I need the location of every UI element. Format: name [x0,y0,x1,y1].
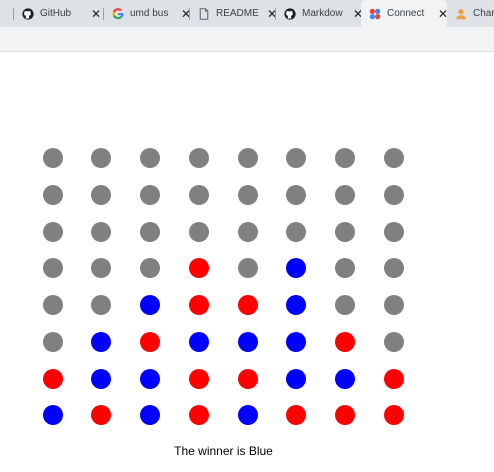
board-cell-blue[interactable] [91,332,111,352]
board-cell-blue[interactable] [140,369,160,389]
board-cell-empty[interactable] [384,332,404,352]
board-cell-empty[interactable] [189,185,209,205]
board-cell-empty[interactable] [140,222,160,242]
board-cell-red[interactable] [91,405,111,425]
board-cell-red[interactable] [189,369,209,389]
board-cell-empty[interactable] [335,148,355,168]
board-cell-blue[interactable] [43,405,63,425]
board-cell-blue[interactable] [238,405,258,425]
board-cell-empty[interactable] [238,258,258,278]
board-cell-empty[interactable] [335,222,355,242]
board-cell-empty[interactable] [189,222,209,242]
board-cell-blue[interactable] [286,332,306,352]
board-cell-red[interactable] [140,332,160,352]
board-cell-blue[interactable] [335,369,355,389]
winner-status: The winner is Blue [174,444,273,458]
board-cell-empty[interactable] [91,222,111,242]
board-cell-red[interactable] [238,295,258,315]
board-cell-empty[interactable] [140,258,160,278]
board-cell-blue[interactable] [140,405,160,425]
board-cell-red[interactable] [286,405,306,425]
board-cell-empty[interactable] [91,185,111,205]
board-cell-empty[interactable] [91,258,111,278]
board-cell-empty[interactable] [140,185,160,205]
board-cell-empty[interactable] [238,148,258,168]
board-cell-empty[interactable] [384,258,404,278]
board-cell-empty[interactable] [384,185,404,205]
board-cell-blue[interactable] [91,369,111,389]
board-cell-red[interactable] [43,369,63,389]
board-cell-blue[interactable] [286,295,306,315]
board-cell-empty[interactable] [43,332,63,352]
board-cell-empty[interactable] [43,295,63,315]
board-cell-empty[interactable] [238,185,258,205]
board-cell-red[interactable] [189,295,209,315]
board-cell-empty[interactable] [91,148,111,168]
board-cell-empty[interactable] [43,148,63,168]
game-board [0,0,494,472]
board-cell-red[interactable] [189,405,209,425]
board-cell-empty[interactable] [384,222,404,242]
board-cell-empty[interactable] [335,295,355,315]
board-cell-red[interactable] [335,332,355,352]
board-cell-red[interactable] [189,258,209,278]
board-cell-blue[interactable] [189,332,209,352]
board-cell-empty[interactable] [140,148,160,168]
board-cell-empty[interactable] [384,148,404,168]
board-cell-empty[interactable] [335,258,355,278]
board-cell-blue[interactable] [286,369,306,389]
board-cell-empty[interactable] [91,295,111,315]
board-cell-empty[interactable] [43,258,63,278]
board-cell-blue[interactable] [286,258,306,278]
board-cell-empty[interactable] [384,295,404,315]
board-cell-empty[interactable] [286,222,306,242]
board-cell-blue[interactable] [140,295,160,315]
board-cell-empty[interactable] [335,185,355,205]
board-cell-red[interactable] [384,405,404,425]
board-cell-red[interactable] [384,369,404,389]
board-cell-empty[interactable] [286,185,306,205]
board-cell-blue[interactable] [238,332,258,352]
board-cell-empty[interactable] [189,148,209,168]
board-cell-empty[interactable] [286,148,306,168]
board-cell-empty[interactable] [238,222,258,242]
board-cell-red[interactable] [238,369,258,389]
board-cell-empty[interactable] [43,185,63,205]
board-cell-red[interactable] [335,405,355,425]
board-cell-empty[interactable] [43,222,63,242]
